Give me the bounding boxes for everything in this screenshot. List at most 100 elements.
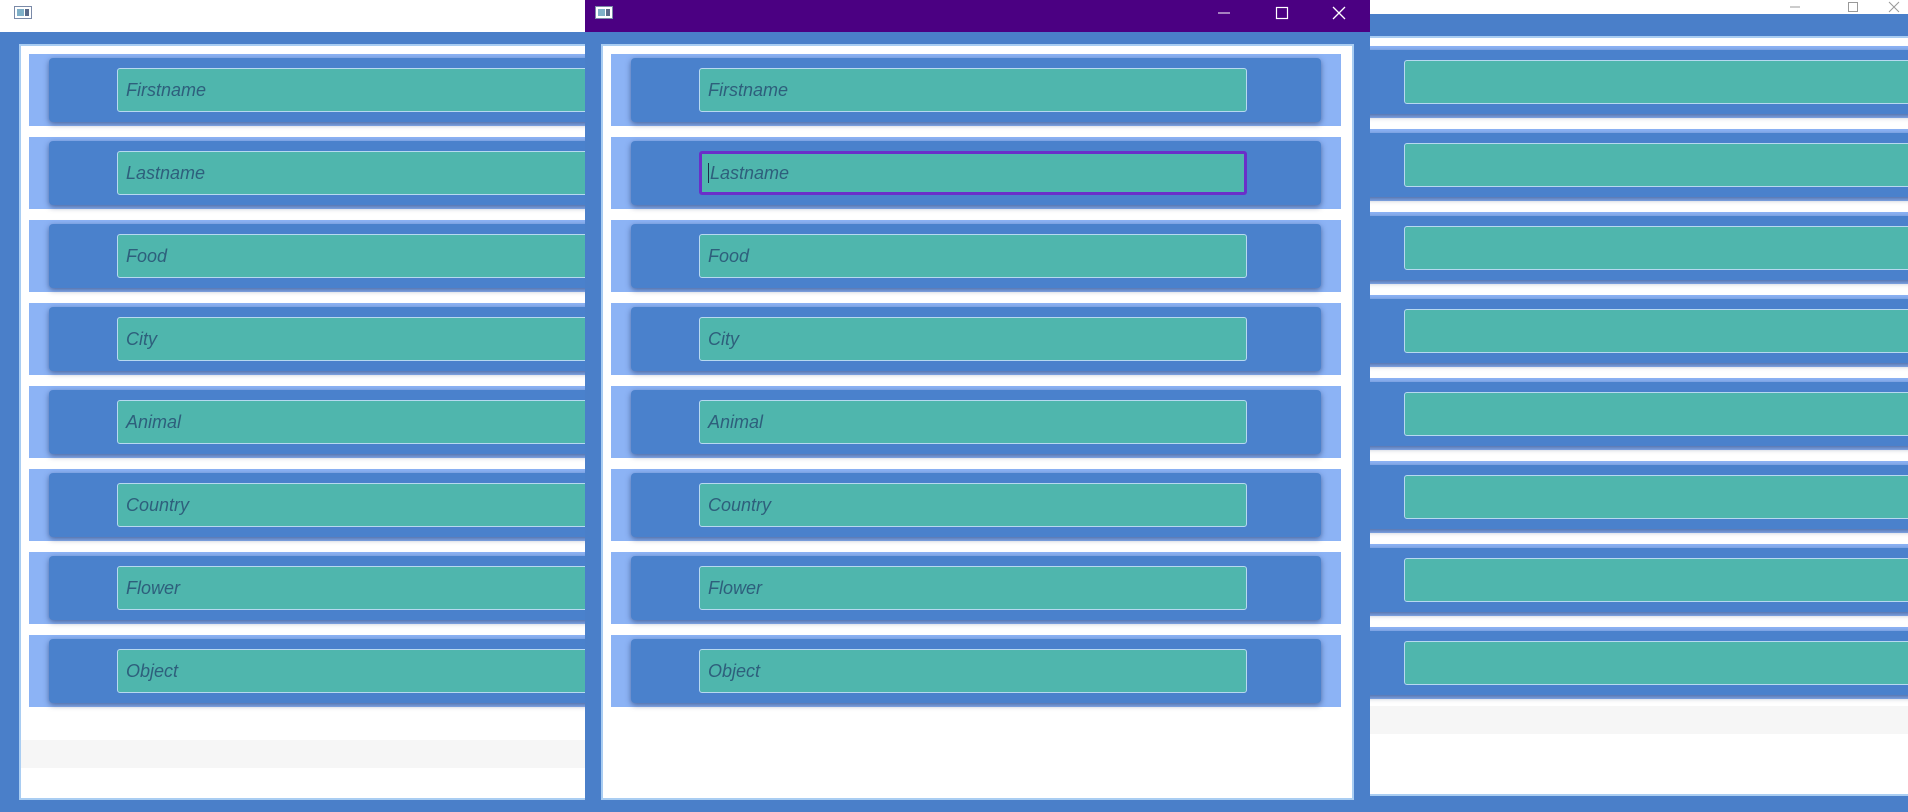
right-empty-stripe	[1366, 706, 1908, 734]
app-window-icon	[14, 6, 32, 19]
right-row-card	[1366, 216, 1908, 280]
center-row-card: Firstname	[631, 58, 1321, 122]
right-textbox-firstname[interactable]	[1404, 60, 1908, 104]
center-textbox-country[interactable]: Country	[699, 483, 1247, 527]
right-row-band	[1366, 461, 1908, 533]
right-row-card	[1366, 631, 1908, 695]
center-textbox-food[interactable]: Food	[699, 234, 1247, 278]
left-row-band: Firstname	[29, 54, 586, 126]
left-row-card: Food	[49, 224, 586, 288]
center-textbox-firstname[interactable]: Firstname	[699, 68, 1247, 112]
right-maximize-button[interactable]	[1824, 0, 1882, 14]
right-textbox-animal[interactable]	[1404, 392, 1908, 436]
text-caret	[708, 163, 709, 183]
right-textbox-flower[interactable]	[1404, 558, 1908, 602]
center-row-card: City	[631, 307, 1321, 371]
center-row-card: Animal	[631, 390, 1321, 454]
left-window[interactable]: Firstname Lastname Food City Animal Country Fl…	[0, 0, 586, 812]
right-row-card	[1366, 50, 1908, 114]
center-textbox-object[interactable]: Object	[699, 649, 1247, 693]
left-textbox-animal[interactable]: Animal	[117, 400, 586, 444]
center-textbox-lastname[interactable]: Lastname	[699, 151, 1247, 195]
center-window[interactable]: Firstname Lastname Food City Animal Country Fl…	[585, 0, 1370, 812]
left-textbox-placeholder: Animal	[126, 411, 182, 432]
left-textbox-object[interactable]: Object	[117, 649, 586, 693]
left-row-band: Country	[29, 469, 586, 541]
close-button[interactable]	[1310, 0, 1368, 26]
left-row-band: City	[29, 303, 586, 375]
right-textbox-object[interactable]	[1404, 641, 1908, 685]
right-row-band	[1366, 212, 1908, 284]
left-row-card: Animal	[49, 390, 586, 454]
center-row-card: Flower	[631, 556, 1321, 620]
center-textbox-placeholder: Country	[708, 494, 772, 515]
maximize-icon	[1275, 6, 1289, 20]
minimize-button[interactable]	[1195, 0, 1253, 26]
center-row-band: Firstname	[611, 54, 1341, 126]
right-window-titlebar[interactable]	[1366, 0, 1908, 14]
right-window[interactable]	[1366, 0, 1908, 812]
center-textbox-placeholder: Flower	[708, 577, 763, 598]
right-row-card	[1366, 133, 1908, 197]
left-textbox-placeholder: Object	[126, 660, 179, 681]
right-row-band	[1366, 129, 1908, 201]
right-row-card	[1366, 299, 1908, 363]
left-textbox-country[interactable]: Country	[117, 483, 586, 527]
center-textbox-placeholder: City	[708, 328, 739, 349]
center-row-band: Flower	[611, 552, 1341, 624]
center-row-card: Country	[631, 473, 1321, 537]
minimize-icon	[1790, 6, 1800, 8]
left-row-band: Lastname	[29, 137, 586, 209]
left-textbox-placeholder: City	[126, 328, 157, 349]
center-row-card: Lastname	[631, 141, 1321, 205]
center-textbox-placeholder: Lastname	[710, 162, 790, 183]
left-row-band: Object	[29, 635, 586, 707]
left-row-band: Animal	[29, 386, 586, 458]
left-window-titlebar[interactable]	[0, 0, 586, 32]
right-minimize-button[interactable]	[1766, 0, 1824, 14]
center-textbox-city[interactable]: City	[699, 317, 1247, 361]
left-empty-stripe	[21, 740, 586, 768]
left-row-card: Flower	[49, 556, 586, 620]
center-row-band: Object	[611, 635, 1341, 707]
left-textbox-firstname[interactable]: Firstname	[117, 68, 586, 112]
right-row-band	[1366, 378, 1908, 450]
center-row-band: City	[611, 303, 1341, 375]
center-row-band: Lastname	[611, 137, 1341, 209]
center-window-titlebar[interactable]	[585, 0, 1370, 32]
left-row-band: Flower	[29, 552, 586, 624]
center-textbox-animal[interactable]: Animal	[699, 400, 1247, 444]
center-textbox-flower[interactable]: Flower	[699, 566, 1247, 610]
left-textbox-lastname[interactable]: Lastname	[117, 151, 586, 195]
maximize-button[interactable]	[1253, 0, 1311, 26]
right-textbox-food[interactable]	[1404, 226, 1908, 270]
right-textbox-lastname[interactable]	[1404, 143, 1908, 187]
close-icon	[1332, 6, 1346, 20]
minimize-icon	[1218, 12, 1230, 14]
right-row-band	[1366, 627, 1908, 699]
left-window-content: Firstname Lastname Food City Animal Country Fl…	[19, 44, 586, 800]
right-row-band	[1366, 46, 1908, 118]
right-window-content	[1366, 36, 1908, 796]
app-window-icon	[595, 6, 613, 19]
left-row-card: Country	[49, 473, 586, 537]
left-row-card: Firstname	[49, 58, 586, 122]
maximize-icon	[1848, 2, 1858, 12]
left-textbox-flower[interactable]: Flower	[117, 566, 586, 610]
left-row-card: Lastname	[49, 141, 586, 205]
center-textbox-placeholder: Firstname	[708, 79, 789, 100]
left-textbox-food[interactable]: Food	[117, 234, 586, 278]
center-textbox-placeholder: Animal	[708, 411, 764, 432]
center-row-card: Object	[631, 639, 1321, 703]
right-close-button[interactable]	[1880, 0, 1908, 14]
left-textbox-city[interactable]: City	[117, 317, 586, 361]
left-textbox-placeholder: Flower	[126, 577, 181, 598]
right-textbox-city[interactable]	[1404, 309, 1908, 353]
left-row-band: Food	[29, 220, 586, 292]
center-textbox-placeholder: Food	[708, 245, 750, 266]
center-row-band: Animal	[611, 386, 1341, 458]
center-window-content: Firstname Lastname Food City Animal Country Fl…	[601, 44, 1354, 800]
center-row-card: Food	[631, 224, 1321, 288]
right-textbox-country[interactable]	[1404, 475, 1908, 519]
close-icon	[1888, 1, 1900, 13]
